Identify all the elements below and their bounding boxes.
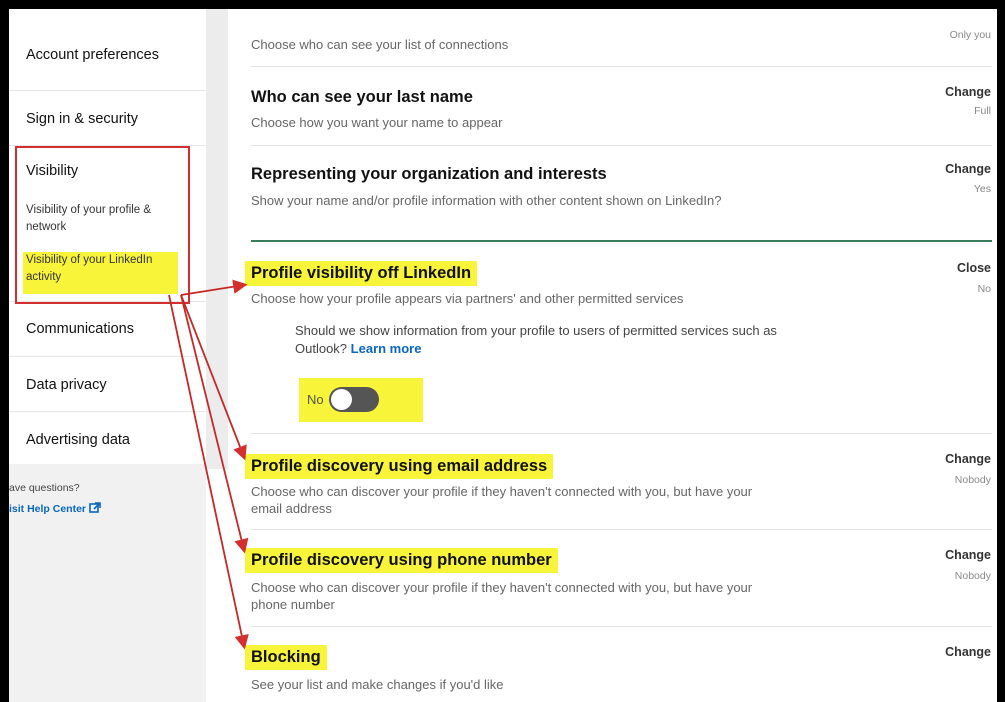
last-name-title: Who can see your last name	[251, 88, 473, 106]
representing-value: Yes	[973, 183, 991, 195]
sidebar-item-account-preferences[interactable]: Account preferences	[9, 9, 206, 91]
off-linkedin-description: Choose how your profile appears via part…	[251, 291, 684, 306]
sidebar-item-advertising-data[interactable]: Advertising data	[9, 412, 206, 464]
sidebar-gutter	[206, 9, 228, 469]
phone-discovery-change-button[interactable]: Change	[945, 548, 991, 562]
settings-sidebar: Account preferences Sign in & security V…	[9, 9, 206, 702]
blocking-change-button[interactable]: Change	[945, 645, 991, 659]
external-link-icon	[89, 502, 101, 513]
representing-title: Representing your organization and inter…	[251, 165, 607, 183]
sidebar-item-communications[interactable]: Communications	[9, 302, 206, 357]
screenshot-frame: Account preferences Sign in & security V…	[0, 0, 1005, 702]
sidebar-item-label: Advertising data	[26, 432, 130, 448]
help-center-link[interactable]: isit Help Center	[9, 502, 101, 515]
off-linkedin-title: Profile visibility off LinkedIn	[245, 261, 478, 286]
sidebar-item-data-privacy[interactable]: Data privacy	[9, 357, 206, 412]
last-name-value: Full	[974, 105, 991, 117]
active-section-divider	[251, 240, 992, 242]
off-linkedin-question: Should we show information from your pro…	[295, 322, 815, 358]
sidebar-item-label: Account preferences	[26, 47, 159, 63]
phone-discovery-title: Profile discovery using phone number	[245, 548, 558, 573]
sidebar-item-sign-in-security[interactable]: Sign in & security	[9, 91, 206, 146]
toggle-state-label: No	[307, 392, 324, 407]
last-name-description: Choose how you want your name to appear	[251, 115, 503, 130]
phone-discovery-description: Choose who can discover your profile if …	[251, 580, 753, 612]
sidebar-item-label: Communications	[26, 321, 134, 337]
visibility-settings-panel: Choose who can see your list of connecti…	[228, 9, 997, 702]
email-discovery-change-button[interactable]: Change	[945, 452, 991, 466]
sidebar-item-label: Data privacy	[26, 377, 107, 393]
connections-description: Choose who can see your list of connecti…	[251, 37, 509, 52]
sidebar-footer	[9, 464, 206, 702]
blocking-description: See your list and make changes if you'd …	[251, 677, 504, 692]
help-question: ave questions?	[9, 482, 80, 494]
sidebar-item-label: Sign in & security	[26, 111, 139, 127]
blocking-title: Blocking	[245, 645, 327, 670]
help-center-link-label: isit Help Center	[9, 503, 87, 515]
representing-description: Show your name and/or profile informatio…	[251, 193, 722, 208]
divider	[251, 145, 992, 146]
off-linkedin-close-button[interactable]: Close	[957, 261, 991, 275]
last-name-change-button[interactable]: Change	[945, 85, 991, 99]
divider	[251, 626, 992, 627]
divider	[251, 433, 992, 434]
connections-value: Only you	[949, 29, 991, 41]
annotation-box	[15, 146, 190, 304]
off-linkedin-toggle[interactable]	[329, 387, 379, 412]
learn-more-link[interactable]: Learn more	[351, 341, 422, 356]
email-discovery-description: Choose who can discover your profile if …	[251, 484, 753, 516]
email-discovery-value: Nobody	[954, 474, 991, 486]
representing-change-button[interactable]: Change	[945, 162, 991, 176]
divider	[251, 529, 992, 530]
email-discovery-title: Profile discovery using email address	[245, 454, 554, 479]
phone-discovery-value: Nobody	[954, 570, 991, 582]
off-linkedin-value: No	[977, 283, 991, 295]
toggle-knob	[331, 389, 352, 410]
divider	[251, 66, 992, 67]
off-linkedin-toggle-highlight: No	[299, 378, 423, 422]
